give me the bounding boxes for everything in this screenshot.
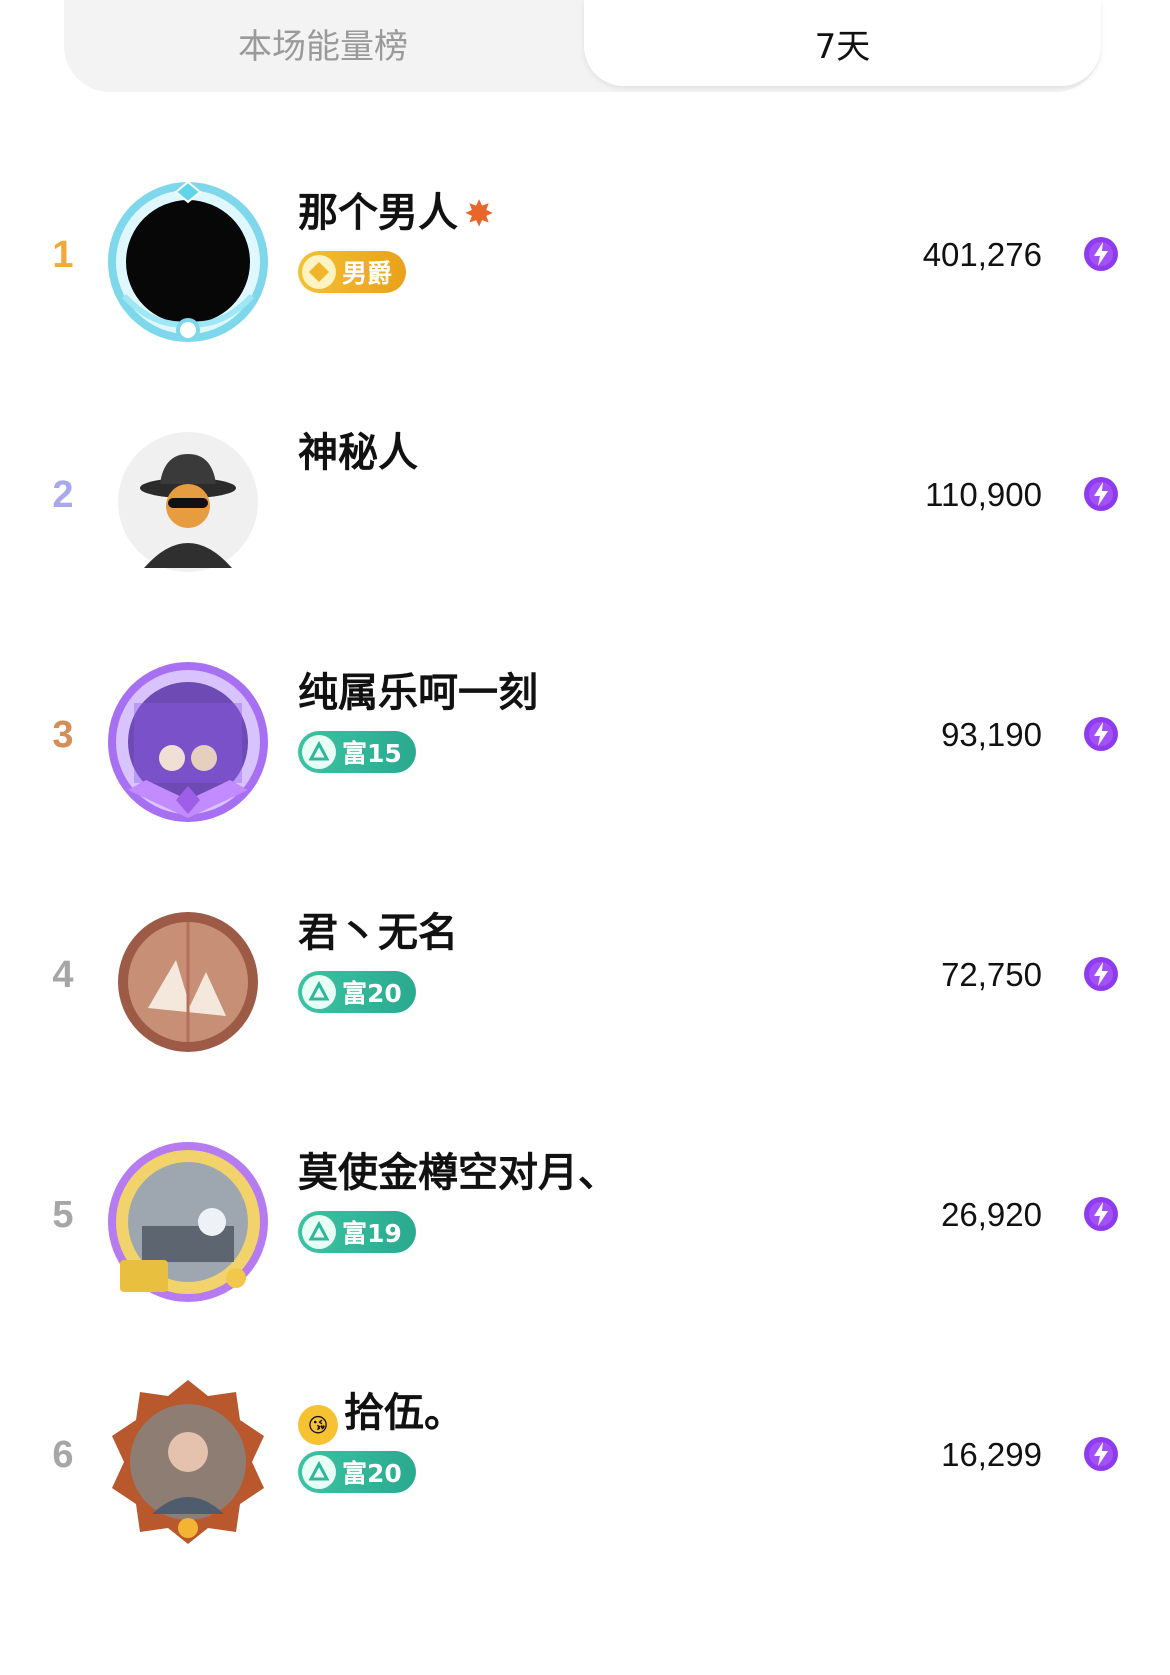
rank-number: 2: [52, 474, 74, 516]
energy-score: 110,900: [925, 476, 1042, 513]
user-name: 神秘人: [298, 430, 418, 476]
energy-score: 72,750: [941, 956, 1042, 993]
energy-score: 93,190: [941, 716, 1042, 753]
kiss-emoji-icon: 😘: [298, 1405, 338, 1445]
tab-session-energy[interactable]: 本场能量榜: [64, 0, 582, 86]
ranking-row[interactable]: 6 😘 拾伍。 富20 16,299: [0, 1338, 1170, 1578]
user-name: 莫使金樽空对月、: [298, 1150, 618, 1196]
badge-label: 富20: [342, 979, 402, 1008]
rank-number: 6: [52, 1434, 74, 1476]
rank-number: 5: [52, 1194, 74, 1236]
user-name: 那个男人 ✸: [298, 190, 495, 236]
ranking-row[interactable]: 5 莫使金樽空对月、 富19 26,920: [0, 1098, 1170, 1338]
energy-bolt-icon: [1082, 715, 1120, 753]
user-name: 君丶无名: [298, 910, 458, 956]
wealth-level-badge[interactable]: 富20: [298, 971, 416, 1013]
avatar[interactable]: [104, 658, 272, 826]
nobility-badge[interactable]: 男爵: [298, 251, 407, 293]
badge-label: 男爵: [342, 259, 393, 288]
rank-number: 1: [52, 234, 74, 276]
avatar[interactable]: [104, 178, 272, 346]
wealth-level-icon: [302, 1215, 336, 1249]
rank-number: 4: [52, 954, 74, 996]
energy-score: 401,276: [922, 236, 1042, 273]
avatar[interactable]: [104, 418, 272, 586]
energy-bolt-icon: [1082, 235, 1120, 273]
ranking-row[interactable]: 2 神秘人 110,900: [0, 378, 1170, 618]
energy-bolt-icon: [1082, 955, 1120, 993]
ranking-tabs: 本场能量榜 7天: [64, 0, 1101, 92]
wealth-level-icon: [302, 1455, 336, 1489]
badge-label: 富15: [342, 739, 402, 768]
wealth-level-badge[interactable]: 富19: [298, 1211, 416, 1253]
wealth-level-badge[interactable]: 富15: [298, 731, 416, 773]
avatar[interactable]: [104, 1138, 272, 1306]
energy-score: 16,299: [941, 1436, 1042, 1473]
wealth-level-badge[interactable]: 富20: [298, 1451, 416, 1493]
energy-bolt-icon: [1082, 1195, 1120, 1233]
avatar[interactable]: [104, 898, 272, 1066]
energy-bolt-icon: [1082, 475, 1120, 513]
tab-7-days[interactable]: 7天: [584, 0, 1101, 86]
badge-label: 富20: [342, 1459, 402, 1488]
explosion-emoji-icon: ✸: [464, 194, 495, 235]
energy-bolt-icon: [1082, 1435, 1120, 1473]
ranking-row[interactable]: 1 那个男人 ✸ 男爵 401,276: [0, 138, 1170, 378]
avatar[interactable]: [104, 1378, 272, 1546]
badge-label: 富19: [342, 1219, 402, 1248]
user-name: 纯属乐呵一刻: [298, 670, 538, 716]
rank-number: 3: [52, 714, 74, 756]
user-name: 😘 拾伍。: [298, 1380, 464, 1445]
energy-score: 26,920: [941, 1196, 1042, 1233]
ranking-row[interactable]: 3 纯属乐呵一刻 富15 93,190: [0, 618, 1170, 858]
ranking-row[interactable]: 4 君丶无名 富20 72,750: [0, 858, 1170, 1098]
wealth-level-icon: [302, 735, 336, 769]
wealth-level-icon: [302, 975, 336, 1009]
nobility-icon: [302, 255, 336, 289]
